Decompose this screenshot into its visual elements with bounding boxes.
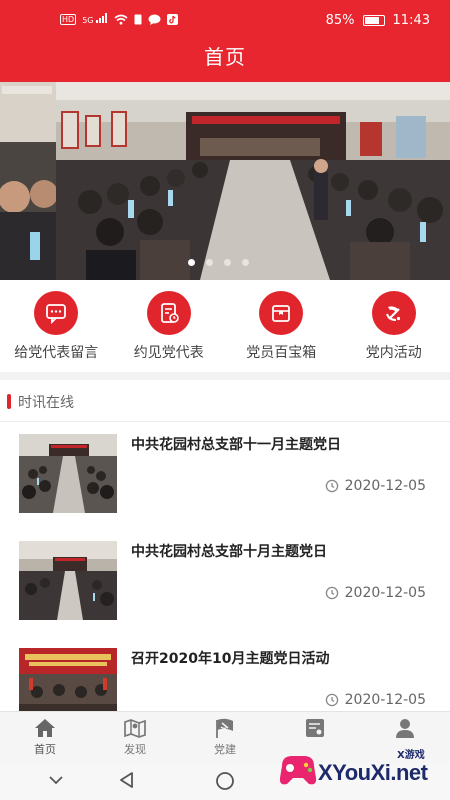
carousel-dot[interactable] (224, 259, 231, 266)
tab-home[interactable]: 首页 (0, 712, 90, 763)
carousel-dot[interactable] (188, 259, 195, 266)
section-divider (0, 372, 450, 380)
clock-icon (325, 479, 338, 493)
quick-menu: 给党代表留言 约见党代表 党员百宝箱 党内活动 (0, 280, 450, 372)
news-date: 2020-12-05 (325, 478, 426, 494)
flag-icon (216, 718, 233, 738)
news-thumbnail (19, 434, 117, 513)
map-icon (124, 719, 146, 738)
tab-label: 党建 (214, 743, 236, 756)
page-title: 首页 (204, 45, 246, 69)
news-thumbnail (19, 648, 117, 711)
carousel-indicators[interactable] (188, 259, 249, 266)
page-title-bar: 首页 (0, 42, 450, 82)
tab-label: 发现 (124, 743, 146, 756)
news-item[interactable]: 召开2020年10月主题党日活动 2020-12-05 (0, 636, 450, 711)
carousel-dot[interactable] (206, 259, 213, 266)
quick-toolbox[interactable]: 党员百宝箱 (225, 280, 338, 372)
party-emblem-icon (371, 291, 416, 335)
quick-leave-message[interactable]: 给党代表留言 (0, 280, 113, 372)
status-bar: HD 5G 85% 11:43 (0, 0, 450, 42)
news-item[interactable]: 中共花园村总支部十一月主题党日 2020-12-05 (0, 422, 450, 528)
banner-photo (0, 82, 450, 280)
news-list: 中共花园村总支部十一月主题党日 2020-12-05 中共花园村总支部十月主题党… (0, 422, 450, 711)
quick-label: 给党代表留言 (14, 345, 99, 361)
battery-percent: 85% (325, 13, 355, 28)
tab-label: 首页 (34, 743, 56, 756)
clock-icon (325, 586, 338, 600)
news-thumbnail (19, 541, 117, 620)
appointment-icon (146, 291, 191, 335)
quick-appointment[interactable]: 约见党代表 (113, 280, 226, 372)
back-icon[interactable] (118, 771, 136, 789)
home-icon (35, 719, 55, 737)
gamepad-icon (279, 756, 317, 785)
5g-signal-icon: 5G (82, 13, 108, 25)
toolbox-icon (259, 291, 304, 335)
news-title: 召开2020年10月主题党日活动 (131, 651, 330, 667)
certificate-icon (306, 719, 324, 737)
quick-label: 党员百宝箱 (246, 345, 317, 361)
tiktok-icon (167, 13, 179, 25)
quick-label: 党内活动 (365, 345, 422, 361)
news-item[interactable]: 中共花园村总支部十月主题党日 2020-12-05 (0, 529, 450, 635)
app-screen: HD 5G 85% 11:43 首页 给党代表留言 约见党代表 党员百宝箱 党内… (0, 0, 450, 800)
message-icon (148, 14, 161, 25)
news-section-header: 时讯在线 (0, 380, 450, 422)
section-title: 时讯在线 (18, 395, 74, 411)
tab-party-building[interactable]: 党建 (180, 712, 270, 763)
hd-icon: HD (60, 13, 77, 25)
status-left-icons: HD 5G (60, 13, 179, 25)
person-icon (396, 719, 414, 738)
wifi-icon (114, 14, 128, 25)
tab-discover[interactable]: 发现 (90, 712, 180, 763)
chevron-down-icon[interactable] (47, 771, 65, 789)
message-icon (34, 291, 79, 335)
watermark-text: XYouXi.net (318, 760, 428, 785)
clock-icon (325, 693, 338, 707)
watermark: X游戏 XYouXi.net (276, 744, 446, 796)
news-title: 中共花园村总支部十月主题党日 (131, 544, 327, 560)
quick-party-activity[interactable]: 党内活动 (338, 280, 450, 372)
carousel-dot[interactable] (242, 259, 249, 266)
home-circle-icon[interactable] (215, 771, 235, 791)
banner-carousel[interactable] (0, 82, 450, 280)
sim-icon (134, 14, 142, 24)
watermark-small-text: X游戏 (397, 750, 425, 761)
news-date: 2020-12-05 (325, 585, 426, 601)
quick-label: 约见党代表 (133, 345, 204, 361)
clock: 11:43 (392, 13, 430, 28)
section-accent-bar (7, 394, 11, 409)
news-date: 2020-12-05 (325, 692, 426, 708)
status-right: 85% 11:43 (326, 13, 430, 28)
news-title: 中共花园村总支部十一月主题党日 (131, 437, 341, 453)
battery-icon (362, 15, 385, 26)
